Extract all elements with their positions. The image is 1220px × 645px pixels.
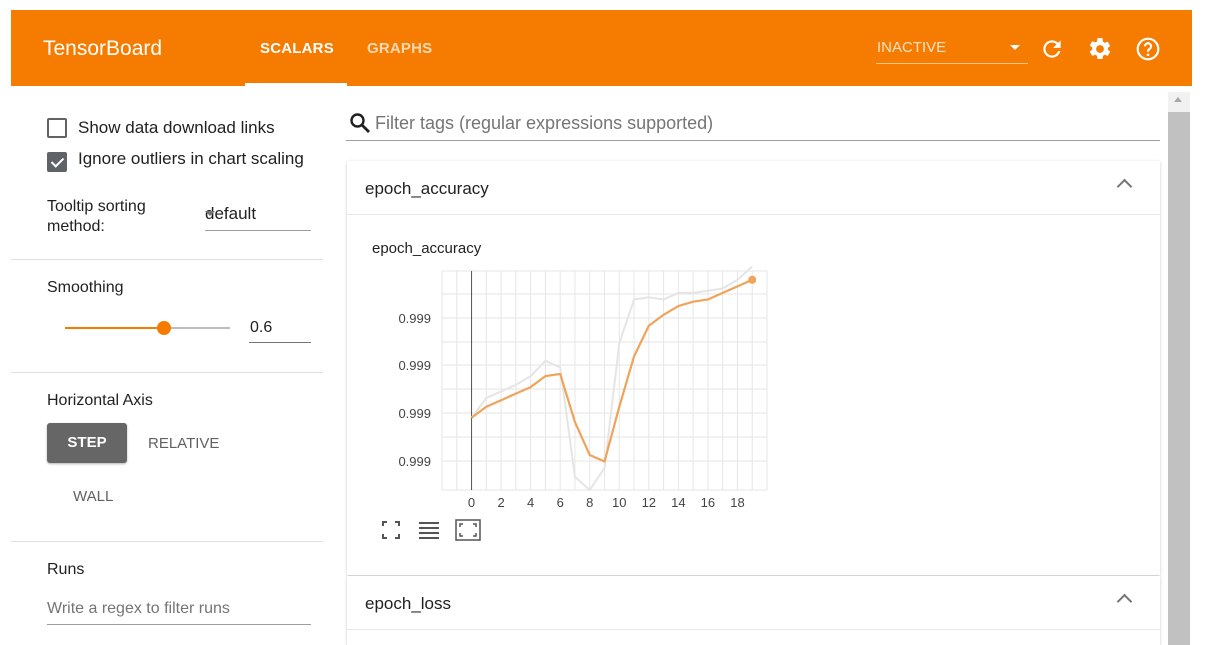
show-download-links-label: Show data download links [78, 118, 275, 137]
raw-series-line [470, 265, 753, 491]
run-status-dropdown[interactable]: INACTIVE [876, 39, 1028, 64]
card-title: epoch_accuracy [365, 179, 489, 198]
chart-title: epoch_accuracy [372, 240, 482, 257]
help-icon[interactable] [1135, 36, 1161, 62]
y-tick-label: 0.999 [398, 311, 431, 326]
app-title: TensorBoard [43, 37, 163, 60]
show-download-links-checkbox[interactable] [47, 118, 67, 138]
last-point-marker [748, 275, 757, 284]
y-tick-label: 0.999 [398, 454, 431, 469]
runs-filter-input[interactable]: Write a regex to filter runs [47, 592, 311, 625]
axis-wall-button[interactable]: WALL [73, 488, 113, 505]
tag-filter-placeholder: Filter tags (regular expressions support… [375, 113, 714, 133]
x-tick-label: 12 [642, 495, 656, 510]
card-title: epoch_loss [365, 594, 452, 613]
card-header[interactable]: epoch_accuracy [347, 161, 1160, 215]
divider [11, 372, 323, 373]
x-tick-label: 8 [586, 495, 593, 510]
x-tick-label: 16 [701, 495, 715, 510]
fit-domain-icon[interactable] [455, 518, 481, 542]
x-tick-label: 6 [557, 495, 564, 510]
y-tick-label: 0.999 [398, 406, 431, 421]
search-icon [348, 111, 372, 135]
chevron-down-icon [1010, 45, 1020, 50]
axis-relative-button[interactable]: RELATIVE [148, 435, 219, 452]
tag-filter-input[interactable]: Filter tags (regular expressions support… [346, 106, 1160, 141]
top-toolbar: TensorBoard SCALARS GRAPHS INACTIVE [11, 10, 1192, 86]
y-tick-label: 0.999 [398, 358, 431, 373]
sidebar: Show data download links Ignore outliers… [11, 86, 323, 645]
smoothing-slider-fill [65, 327, 164, 329]
run-status-label: INACTIVE [877, 39, 947, 56]
horizontal-axis-label: Horizontal Axis [47, 392, 153, 409]
tab-scalars[interactable]: SCALARS [260, 40, 334, 57]
refresh-icon[interactable] [1039, 36, 1065, 62]
scalar-card-epoch-accuracy: epoch_accuracy epoch_accuracy 0.999 0.999… [347, 161, 1160, 575]
scalar-card-epoch-loss: epoch_loss [347, 576, 1160, 645]
x-tick-label: 18 [730, 495, 744, 510]
menu-lines-icon[interactable] [417, 518, 441, 542]
runs-label: Runs [47, 561, 85, 578]
page-scrollbar[interactable] [1168, 92, 1190, 645]
x-tick-label: 4 [527, 495, 534, 510]
divider [11, 541, 323, 542]
smoothed-series-line [470, 278, 753, 463]
accuracy-chart[interactable]: 0.999 0.999 0.999 0.999 0 2 4 6 8 10 12 14 16 18 [347, 261, 787, 517]
chevron-down-icon [205, 211, 215, 216]
scroll-up-arrow-icon[interactable] [1174, 97, 1182, 102]
x-tick-label: 0 [468, 495, 475, 510]
fullscreen-icon[interactable] [379, 518, 403, 542]
tooltip-sorting-label: Tooltip sorting method: [47, 198, 146, 235]
card-header[interactable]: epoch_loss [347, 576, 1160, 630]
runs-filter-placeholder: Write a regex to filter runs [47, 600, 230, 617]
tooltip-sorting-dropdown[interactable]: default [205, 198, 311, 231]
scrollbar-thumb[interactable] [1168, 112, 1190, 645]
ignore-outliers-checkbox[interactable] [47, 152, 67, 172]
ignore-outliers-label: Ignore outliers in chart scaling [78, 149, 304, 168]
chevron-up-icon[interactable] [1116, 178, 1133, 195]
tab-graphs[interactable]: GRAPHS [367, 40, 432, 57]
axis-step-button[interactable]: STEP [47, 423, 127, 463]
ignore-outliers-label-clip: Ignore outliers in chart scaling [78, 149, 311, 175]
x-tick-label: 2 [497, 495, 504, 510]
gear-icon[interactable] [1087, 36, 1113, 62]
smoothing-label: Smoothing [47, 279, 124, 296]
smoothing-value-input[interactable]: 0.6 [249, 314, 311, 343]
chevron-up-icon[interactable] [1116, 593, 1133, 610]
x-tick-label: 14 [671, 495, 685, 510]
x-tick-label: 10 [612, 495, 626, 510]
divider [11, 259, 323, 260]
smoothing-value: 0.6 [250, 319, 273, 336]
smoothing-slider[interactable] [65, 321, 230, 335]
smoothing-slider-knob[interactable] [157, 321, 171, 335]
